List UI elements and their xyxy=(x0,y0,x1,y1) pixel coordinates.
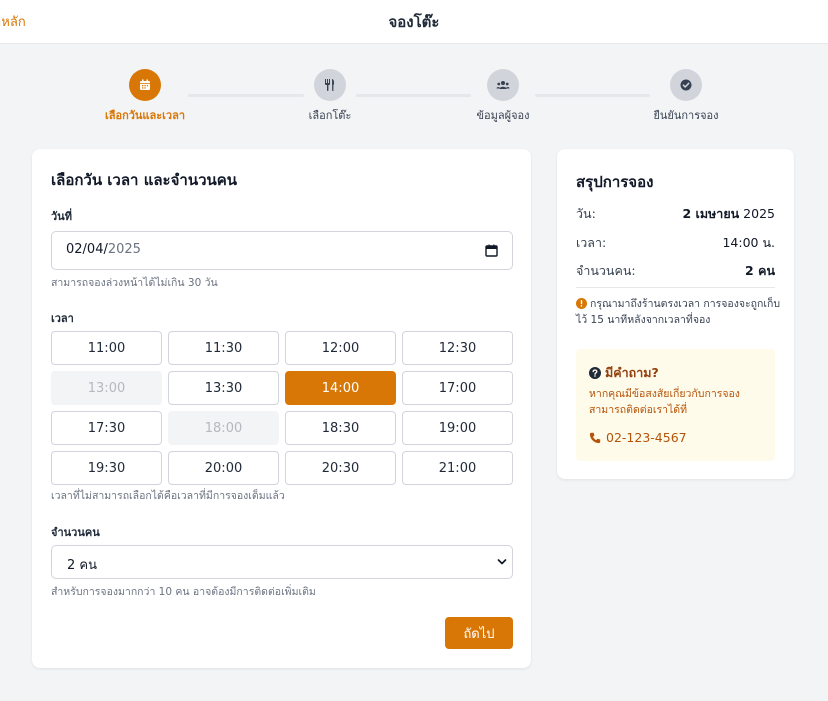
check-circle-icon xyxy=(680,79,692,91)
page-title: จองโต๊ะ xyxy=(388,13,440,31)
step-circle xyxy=(314,69,346,101)
time-slot-button[interactable]: 21:00 xyxy=(402,451,513,485)
time-slot-button[interactable]: 14:00 xyxy=(285,371,396,405)
summary-time-label: เวลา: xyxy=(576,235,607,250)
booking-form-card: เลือกวัน เวลา และจำนวนคน วันที่ 02/04/20… xyxy=(32,149,531,668)
arrival-note-text: กรุณามาถึงร้านตรงเวลา การจองจะถูกเก็บไว้… xyxy=(576,298,780,326)
step-circle xyxy=(487,69,519,101)
guests-hint: สำหรับการจองมากกว่า 10 คน อาจต้องมีการติ… xyxy=(51,586,316,598)
summary-divider xyxy=(576,287,775,288)
time-slot-button[interactable]: 18:30 xyxy=(285,411,396,445)
summary-guests-bold: 2 คน xyxy=(745,263,775,278)
help-title: มีคำถาม? xyxy=(589,363,659,383)
calendar-picker-icon[interactable] xyxy=(485,244,498,257)
time-slot-button[interactable]: 12:30 xyxy=(402,331,513,365)
help-phone-number: 02-123-4567 xyxy=(606,430,687,445)
summary-row-date: วัน: 2 เมษายน 2025 xyxy=(576,204,775,224)
summary-guests-label: จำนวนคน: xyxy=(576,263,636,278)
time-slot-button[interactable]: 17:30 xyxy=(51,411,162,445)
summary-row-guests: จำนวนคน: 2 คน xyxy=(576,261,775,281)
date-hint: สามารถจองล่วงหน้าได้ไม่เกิน 30 วัน xyxy=(51,277,218,289)
date-value-year: 2025 xyxy=(107,242,141,257)
time-slot-button[interactable]: 19:30 xyxy=(51,451,162,485)
time-slot-button[interactable]: 20:00 xyxy=(168,451,279,485)
time-slot-button: 18:00 xyxy=(168,411,279,445)
help-text: หากคุณมีข้อสงสัยเกี่ยวกับการจอง สามารถติ… xyxy=(589,388,740,416)
time-hint: เวลาที่ไม่สามารถเลือกได้คือเวลาที่มีการจ… xyxy=(51,490,285,502)
users-icon xyxy=(496,81,510,89)
utensils-icon xyxy=(325,79,335,91)
summary-heading: สรุปการจอง xyxy=(576,173,654,191)
booking-summary-card: สรุปการจอง วัน: 2 เมษายน 2025 เวลา: 14:0… xyxy=(557,149,794,479)
summary-date-bold: 2 เมษายน xyxy=(682,206,740,221)
summary-row-time: เวลา: 14:00 น. xyxy=(576,233,775,253)
date-label: วันที่ xyxy=(51,210,72,223)
time-slot-button[interactable]: 19:00 xyxy=(402,411,513,445)
step-choose-table: เลือกโต๊ะ xyxy=(260,69,400,124)
help-title-text: มีคำถาม? xyxy=(605,365,659,380)
info-icon xyxy=(576,298,587,309)
time-slot-button[interactable]: 13:30 xyxy=(168,371,279,405)
guests-select[interactable]: 2 คน xyxy=(51,545,513,579)
step-label: ยืนยันการจอง xyxy=(653,109,719,122)
form-heading: เลือกวัน เวลา และจำนวนคน xyxy=(51,171,238,189)
summary-date-rest: 2025 xyxy=(739,206,775,221)
summary-time-value: 14:00 น. xyxy=(722,235,775,250)
arrival-note: กรุณามาถึงร้านตรงเวลา การจองจะถูกเก็บไว้… xyxy=(576,297,781,329)
guests-label: จำนวนคน xyxy=(51,526,100,539)
top-bar: ำหลัก จองโต๊ะ xyxy=(0,0,828,44)
help-phone[interactable]: 02-123-4567 xyxy=(589,430,687,445)
step-circle xyxy=(129,69,161,101)
summary-date-label: วัน: xyxy=(576,206,596,221)
date-value-day-month: 02/04/ xyxy=(66,242,108,257)
time-label: เวลา xyxy=(51,312,74,325)
time-slot-button[interactable]: 12:00 xyxy=(285,331,396,365)
question-circle-icon xyxy=(589,367,601,379)
date-input[interactable]: 02/04/2025 xyxy=(51,231,513,270)
time-slot-button[interactable]: 11:30 xyxy=(168,331,279,365)
step-label: เลือกวันและเวลา xyxy=(104,109,186,122)
calendar-icon xyxy=(140,79,150,90)
time-slot-button[interactable]: 11:00 xyxy=(51,331,162,365)
step-label: เลือกโต๊ะ xyxy=(308,109,352,122)
step-confirm: ยืนยันการจอง xyxy=(616,69,756,124)
guests-selected-value: 2 คน xyxy=(67,558,97,573)
time-slot-button: 13:00 xyxy=(51,371,162,405)
step-label: ข้อมูลผู้จอง xyxy=(476,109,530,122)
phone-icon xyxy=(589,432,601,444)
time-slot-button[interactable]: 17:00 xyxy=(402,371,513,405)
step-circle xyxy=(670,69,702,101)
step-choose-date-time: เลือกวันและเวลา xyxy=(75,69,215,124)
next-button[interactable]: ถัดไป xyxy=(445,617,513,649)
time-slot-button[interactable]: 20:30 xyxy=(285,451,396,485)
step-booker-info: ข้อมูลผู้จอง xyxy=(433,69,573,124)
help-box: มีคำถาม? หากคุณมีข้อสงสัยเกี่ยวกับการจอง… xyxy=(576,349,775,461)
chevron-down-icon xyxy=(497,559,507,565)
